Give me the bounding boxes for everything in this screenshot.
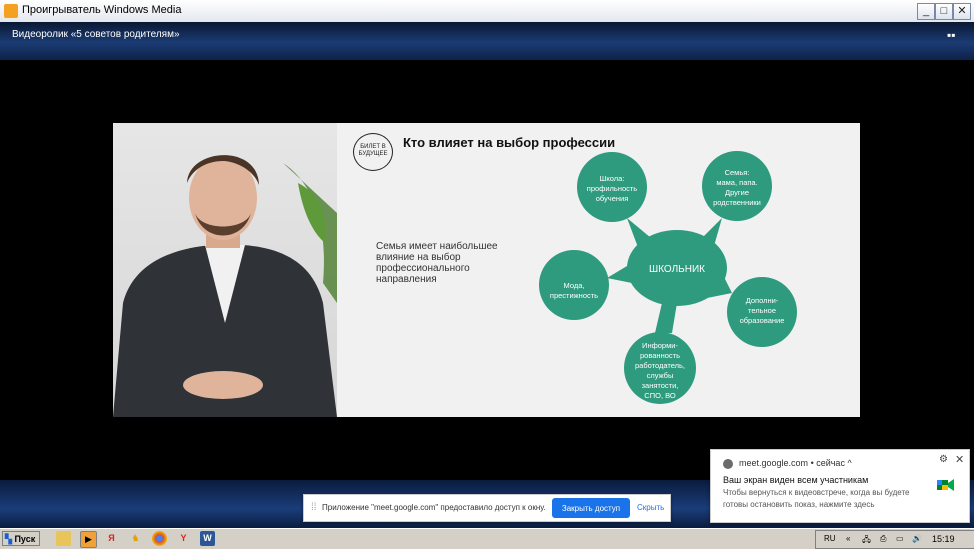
presenter-video (113, 123, 337, 417)
google-meet-icon (937, 479, 954, 491)
diagram-center-label: ШКОЛЬНИК (649, 264, 705, 275)
tray-expand-icon[interactable]: « (846, 534, 850, 543)
influence-diagram: ШКОЛЬНИК Школа: профильность обучения Семь… (539, 151, 797, 404)
printer-icon[interactable]: ⎙ (880, 534, 886, 544)
player-header: Видеоролик «5 советов родителям» ▪▪ (0, 22, 974, 60)
switch-to-library-icon[interactable]: ▪▪ (947, 28, 961, 42)
close-button[interactable]: ✕ (953, 3, 971, 20)
system-tray: RU « 🖧 ⎙ ▭ 🔊 15:19 (815, 530, 974, 549)
window-title: Проигрыватель Windows Media (22, 4, 182, 16)
folder-icon[interactable] (56, 531, 71, 546)
notification-source: meet.google.com • сейчас ^ (739, 458, 852, 468)
yandex-browser-icon[interactable]: Y (176, 531, 191, 546)
clock[interactable]: 15:19 (932, 534, 955, 544)
maximize-button[interactable]: □ (935, 3, 953, 20)
share-notification[interactable]: meet.google.com • сейчас ^ ⚙ ✕ Ваш экран… (710, 449, 970, 523)
drag-handle-icon[interactable]: ⁞⁞ (311, 502, 317, 513)
app-icon[interactable]: ♞ (128, 531, 143, 546)
settings-gear-icon[interactable]: ⚙ (939, 454, 948, 465)
title-bar: Проигрыватель Windows Media _ □ ✕ (0, 0, 974, 23)
network-icon[interactable]: 🖧 (862, 534, 871, 548)
start-button[interactable]: ▚ Пуск (2, 531, 40, 546)
stop-sharing-button[interactable]: Закрыть доступ (552, 498, 630, 518)
taskbar: ▚ Пуск ▶ Я ♞ Y W RU « 🖧 ⎙ ▭ 🔊 15:19 (0, 528, 974, 549)
media-player-icon (4, 4, 18, 18)
notification-title: Ваш экран виден всем участникам (723, 475, 869, 485)
word-icon[interactable]: W (200, 531, 215, 546)
hide-link[interactable]: Скрыть (637, 503, 664, 512)
video-title: Видеоролик «5 советов родителям» (12, 29, 180, 40)
notification-body: Чтобы вернуться к видеовстрече, когда вы… (723, 488, 910, 509)
volume-icon[interactable]: 🔊 (912, 534, 922, 543)
presenter-figure (113, 155, 337, 417)
chrome-icon (723, 459, 733, 469)
close-icon[interactable]: ✕ (955, 453, 964, 466)
minimize-button[interactable]: _ (917, 3, 935, 20)
monitor-icon[interactable]: ▭ (896, 534, 904, 543)
screen-share-bar: ⁞⁞ Приложение "meet.google.com" предоста… (303, 494, 671, 522)
yandex-icon[interactable]: Я (104, 531, 119, 546)
media-player-taskbar-icon[interactable]: ▶ (80, 531, 97, 548)
language-indicator[interactable]: RU (824, 534, 836, 543)
share-message: Приложение "meet.google.com" предоставил… (322, 503, 546, 512)
chrome-taskbar-icon[interactable] (152, 531, 167, 546)
